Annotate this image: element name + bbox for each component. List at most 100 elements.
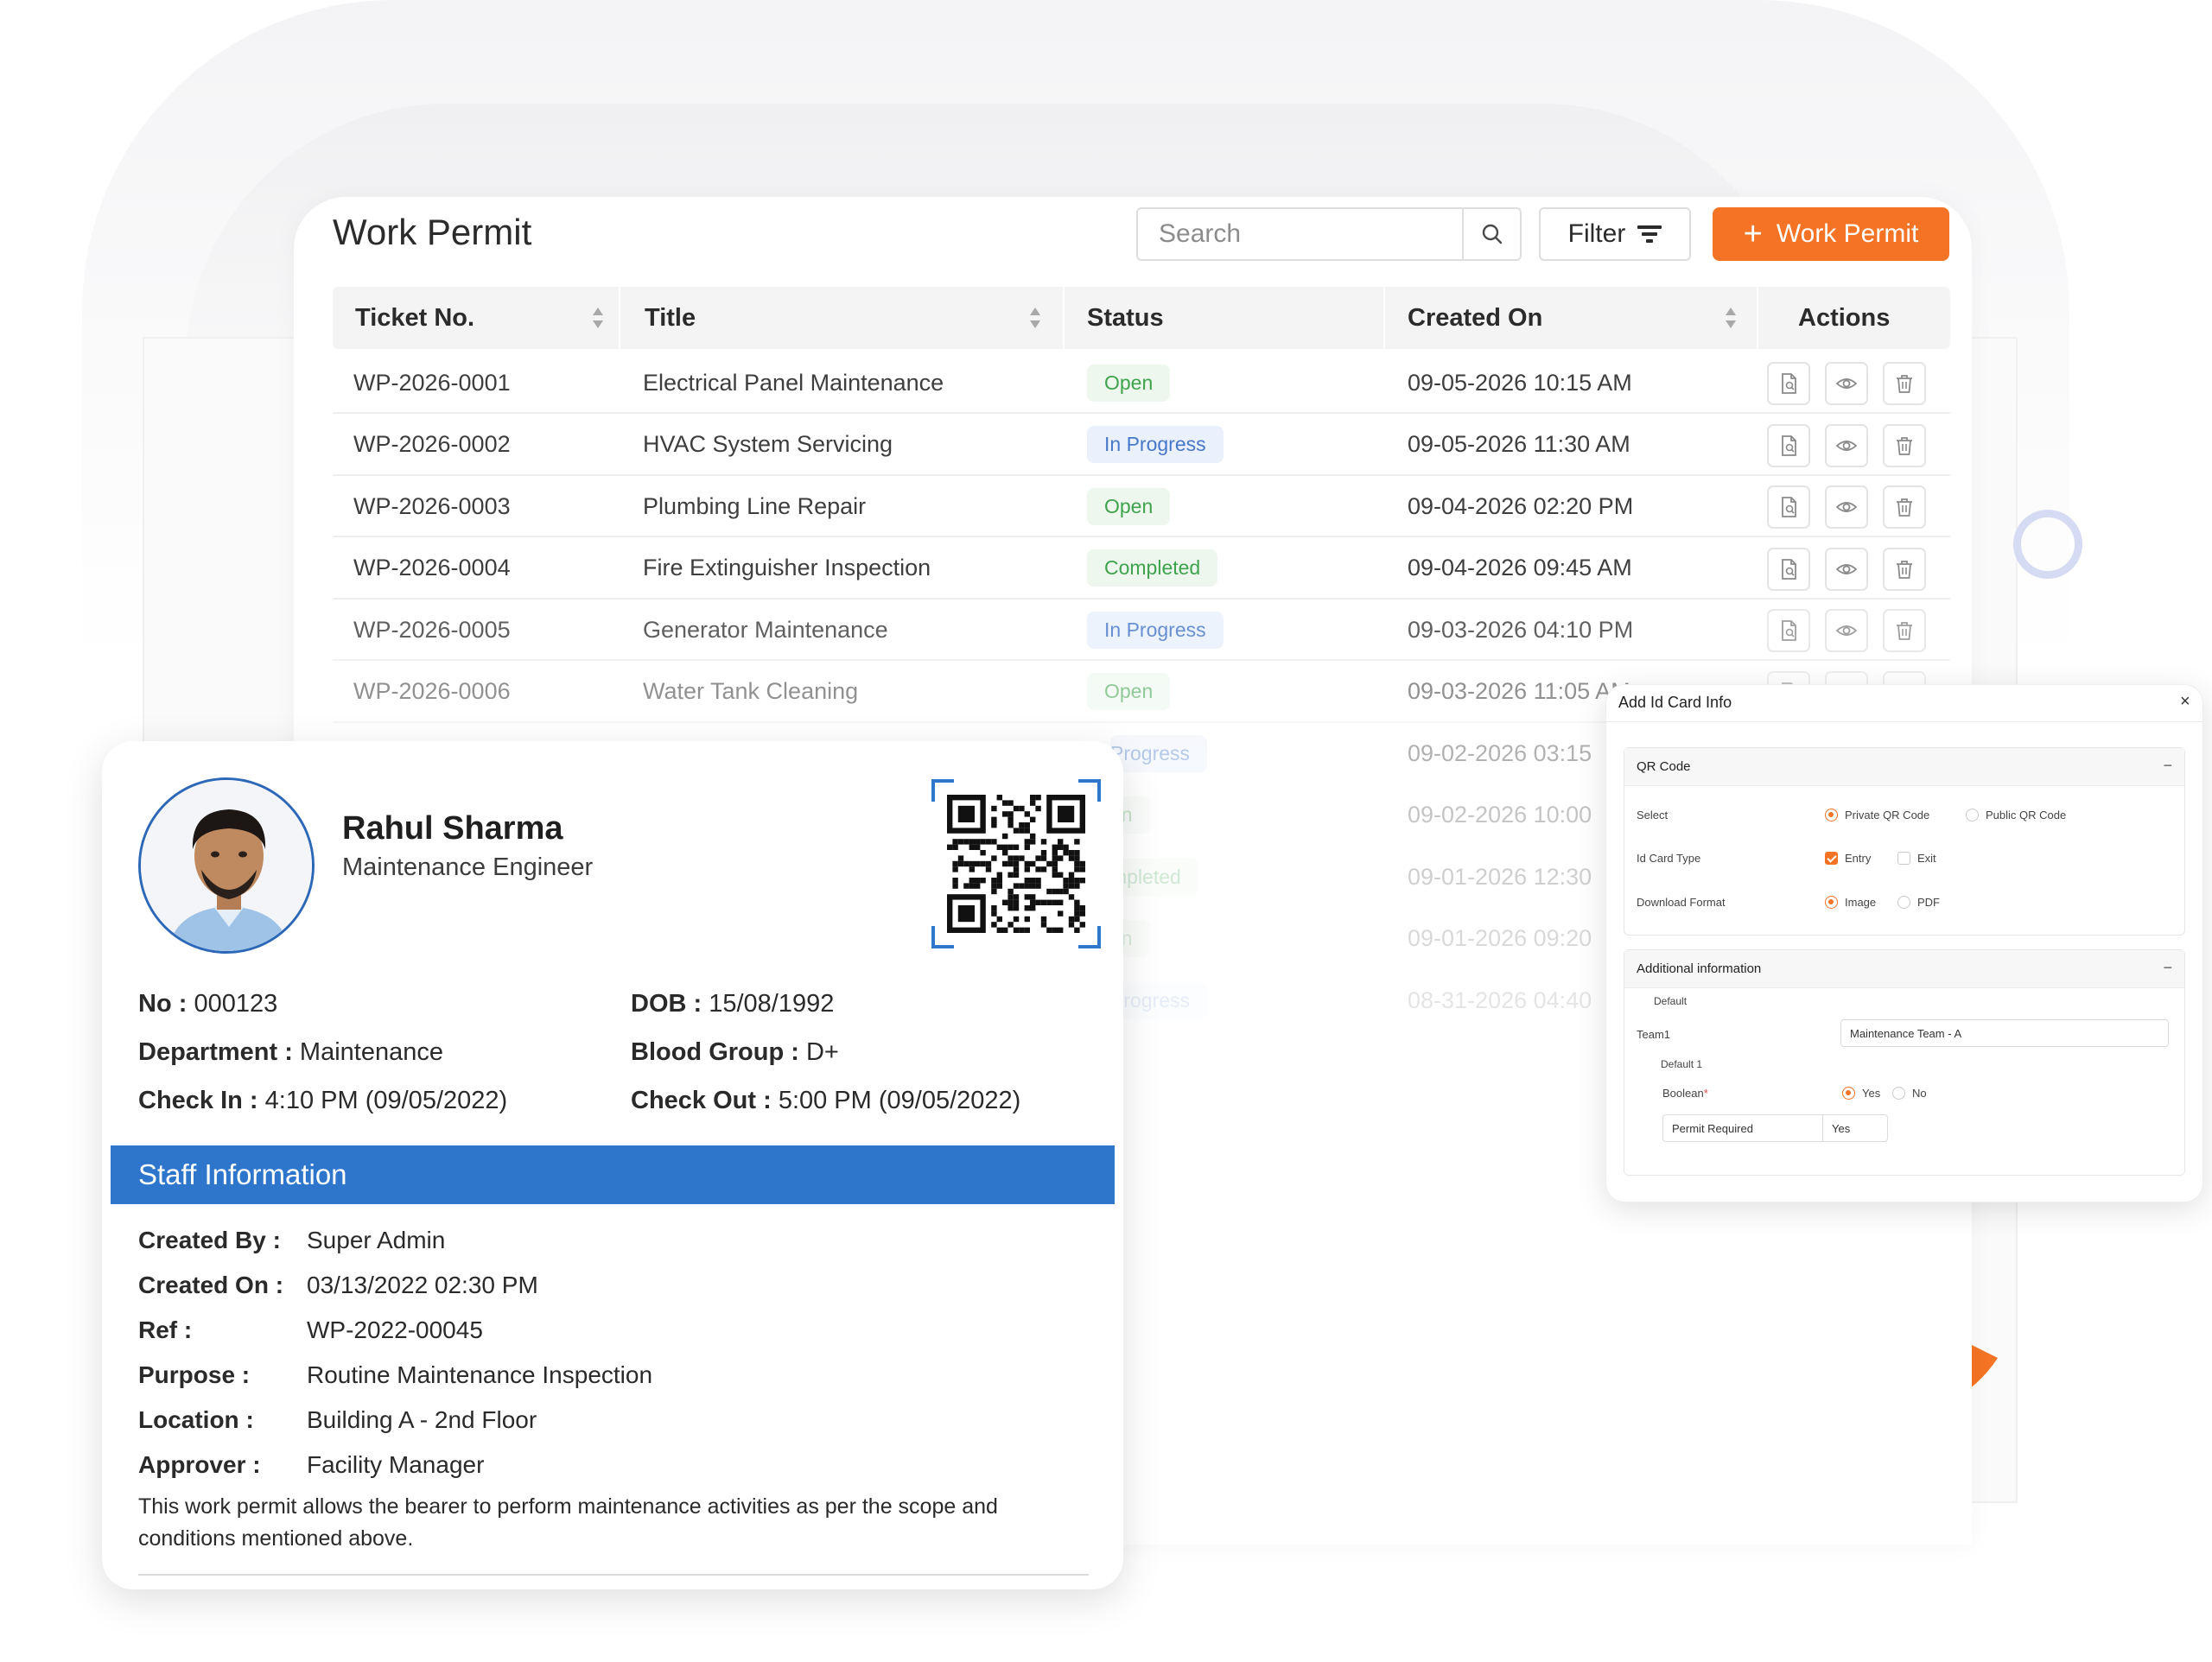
table-row[interactable]: WP-2026-0003 Plumbing Line Repair Open 09-0… bbox=[333, 476, 1950, 537]
title-cell: Fire Extinguisher Inspection bbox=[643, 555, 931, 580]
employee-number: No : 000123 bbox=[138, 990, 278, 1018]
checkbox-unchecked[interactable] bbox=[1897, 852, 1910, 865]
status-cell: In Progress bbox=[1087, 415, 1224, 475]
checkbox-checked[interactable] bbox=[1825, 852, 1838, 865]
document-icon bbox=[1782, 620, 1796, 641]
trash-icon bbox=[1897, 498, 1912, 517]
qr-code-section-header[interactable]: QR Code − bbox=[1624, 748, 2184, 786]
radio-selected[interactable] bbox=[1825, 809, 1838, 821]
card-divider bbox=[138, 1574, 1089, 1576]
ticket-number-cell: WP-2026-0005 bbox=[353, 616, 511, 643]
exit-option[interactable]: Exit bbox=[1897, 852, 1936, 865]
created-on-cell: 09-04-2026 09:45 AM bbox=[1408, 555, 1632, 580]
private-qr-option[interactable]: Private QR Code bbox=[1825, 809, 1929, 821]
document-action-button[interactable] bbox=[1767, 547, 1810, 591]
trash-action-button[interactable] bbox=[1883, 423, 1926, 467]
blood-group: Blood Group : D+ bbox=[631, 1038, 839, 1066]
status-cell: mpleted bbox=[1110, 847, 1198, 907]
created-on-cell: 09-05-2026 10:15 AM bbox=[1408, 369, 1632, 396]
eye-action-button[interactable] bbox=[1825, 547, 1868, 591]
dialog-divider bbox=[1606, 721, 2204, 722]
person-role: Maintenance Engineer bbox=[342, 853, 594, 881]
title-cell: Plumbing Line Repair bbox=[643, 492, 867, 519]
status-badge: Progress bbox=[1110, 734, 1208, 772]
table-row[interactable]: WP-2026-0001 Electrical Panel Maintenance… bbox=[333, 352, 1950, 414]
title-cell: Water Tank Cleaning bbox=[643, 678, 859, 704]
staff-created-on: Created On :03/13/2022 02:30 PM bbox=[138, 1272, 538, 1298]
boolean-no-option[interactable]: No bbox=[1892, 1087, 1927, 1100]
status-badge: In Progress bbox=[1087, 611, 1224, 649]
close-icon[interactable]: × bbox=[2180, 692, 2190, 712]
pdf-option[interactable]: PDF bbox=[1897, 896, 1940, 909]
status-badge: In Progress bbox=[1087, 426, 1224, 463]
document-icon bbox=[1782, 558, 1796, 580]
radio-unselected[interactable] bbox=[1966, 809, 1979, 821]
ticket-number-cell: WP-2026-0002 bbox=[353, 431, 511, 457]
document-action-button[interactable] bbox=[1767, 423, 1810, 467]
eye-action-button[interactable] bbox=[1825, 362, 1868, 405]
status-cell: Open bbox=[1087, 476, 1171, 536]
collapse-icon[interactable]: − bbox=[2163, 757, 2172, 775]
table-row[interactable]: WP-2026-0002 HVAC System Servicing In Prog… bbox=[333, 415, 1950, 476]
additional-information-header[interactable]: Additional information − bbox=[1624, 950, 2184, 988]
created-on-cell: 09-01-2026 09:20 bbox=[1408, 925, 1592, 951]
trash-icon bbox=[1897, 436, 1912, 455]
eye-action-button[interactable] bbox=[1825, 485, 1868, 529]
qr-code-icon bbox=[931, 779, 1101, 948]
department: Department : Maintenance bbox=[138, 1038, 443, 1066]
status-cell: Completed bbox=[1087, 538, 1218, 599]
radio-selected[interactable] bbox=[1825, 896, 1838, 909]
eye-action-button[interactable] bbox=[1825, 609, 1868, 652]
document-action-button[interactable] bbox=[1767, 609, 1810, 652]
eye-action-button[interactable] bbox=[1825, 423, 1868, 467]
document-icon bbox=[1782, 497, 1796, 517]
staff-location: Location : Building A - 2nd Floor bbox=[138, 1406, 537, 1433]
team-label: Team1 bbox=[1637, 1028, 1671, 1041]
document-action-button[interactable] bbox=[1767, 485, 1810, 529]
trash-action-button[interactable] bbox=[1883, 362, 1926, 405]
trash-action-button[interactable] bbox=[1883, 609, 1926, 652]
permit-note: This work permit allows the bearer to pe… bbox=[138, 1494, 998, 1551]
document-action-button[interactable] bbox=[1767, 362, 1810, 405]
default-1-label: Default 1 bbox=[1661, 1058, 1703, 1070]
radio-selected[interactable] bbox=[1842, 1087, 1855, 1100]
trash-action-button[interactable] bbox=[1883, 547, 1926, 591]
entry-option[interactable]: Entry bbox=[1825, 852, 1871, 865]
collapse-icon[interactable]: − bbox=[2163, 959, 2172, 977]
qr-code-section-title: QR Code bbox=[1637, 759, 1691, 774]
radio-unselected[interactable] bbox=[1892, 1087, 1905, 1100]
status-badge: Open bbox=[1087, 487, 1171, 525]
eye-icon bbox=[1835, 502, 1858, 512]
check-out: Check Out : 5:00 PM (09/05/2022) bbox=[631, 1087, 1021, 1114]
public-qr-option[interactable]: Public QR Code bbox=[1966, 809, 2066, 821]
permit-required-field[interactable]: Yes bbox=[1822, 1114, 1888, 1142]
table-row[interactable]: WP-2026-0004 Fire Extinguisher Inspection… bbox=[333, 538, 1950, 599]
created-on-cell: 09-03-2026 11:05 AM bbox=[1408, 678, 1630, 704]
status-cell: In Progress bbox=[1087, 599, 1224, 660]
radio-unselected[interactable] bbox=[1897, 896, 1910, 909]
status-cell: Progress bbox=[1110, 723, 1208, 783]
table-row[interactable]: WP-2026-0005 Generator Maintenance In Prog… bbox=[333, 599, 1950, 661]
trash-action-button[interactable] bbox=[1883, 485, 1926, 529]
document-icon bbox=[1782, 435, 1796, 456]
image-option[interactable]: Image bbox=[1825, 896, 1876, 909]
eye-icon bbox=[1835, 625, 1858, 636]
check-in: Check In : 4:10 PM (09/05/2022) bbox=[138, 1087, 508, 1114]
created-on-cell: 09-03-2026 04:10 PM bbox=[1408, 616, 1634, 643]
boolean-yes-option[interactable]: Yes bbox=[1842, 1087, 1880, 1100]
status-badge: mpleted bbox=[1110, 858, 1198, 896]
avatar bbox=[138, 777, 315, 954]
status-badge: Open bbox=[1087, 364, 1171, 402]
additional-information-section: Additional information − Default Team1 M… bbox=[1624, 949, 2185, 1176]
title-cell: Generator Maintenance bbox=[643, 616, 888, 643]
ticket-number-cell: WP-2026-0004 bbox=[353, 555, 511, 580]
add-id-card-dialog: Add Id Card Info × QR Code − Select Priv… bbox=[1605, 684, 2204, 1202]
created-on-cell: 08-31-2026 04:40 bbox=[1408, 986, 1592, 1013]
team-field[interactable]: Maintenance Team - A bbox=[1840, 1019, 2169, 1047]
eye-icon bbox=[1835, 563, 1858, 574]
created-on-cell: 09-05-2026 11:30 AM bbox=[1408, 431, 1630, 457]
person-photo bbox=[141, 780, 312, 951]
ticket-number-cell: WP-2026-0006 bbox=[353, 678, 511, 704]
created-on-cell: 09-02-2026 10:00 bbox=[1408, 802, 1592, 828]
staff-purpose: Purpose : Routine Maintenance Inspection bbox=[138, 1361, 653, 1388]
